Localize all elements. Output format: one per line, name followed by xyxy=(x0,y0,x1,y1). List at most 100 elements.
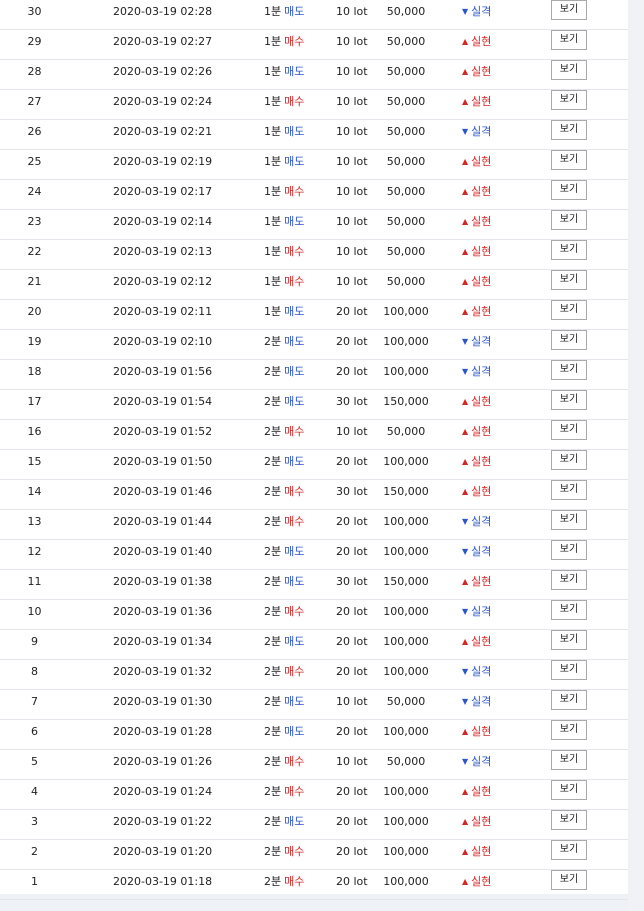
result-label: 실현 xyxy=(471,185,492,198)
view-button[interactable]: 보기 xyxy=(551,540,587,560)
trade-time: 2020-03-19 02:13 xyxy=(113,245,213,258)
trade-side: 매수 xyxy=(284,185,305,198)
trade-side: 매도 xyxy=(284,155,305,168)
view-button[interactable]: 보기 xyxy=(551,570,587,590)
trade-time: 2020-03-19 02:27 xyxy=(113,35,213,48)
lot-size: 30 lot xyxy=(336,395,368,408)
lot-size: 20 lot xyxy=(336,635,368,648)
view-button[interactable]: 보기 xyxy=(551,120,587,140)
view-button[interactable]: 보기 xyxy=(551,780,587,800)
trade-amount: 50,000 xyxy=(386,35,426,48)
view-button[interactable]: 보기 xyxy=(551,450,587,470)
trade-duration: 1분 매수 xyxy=(264,90,304,119)
duration-value: 2분 xyxy=(264,755,282,768)
trade-side: 매수 xyxy=(284,515,305,528)
view-button[interactable]: 보기 xyxy=(551,300,587,320)
trade-result: ▲ 실현 xyxy=(462,210,491,239)
view-button[interactable]: 보기 xyxy=(551,810,587,830)
trade-result: ▲ 실현 xyxy=(462,450,491,479)
lot-size: 20 lot xyxy=(336,335,368,348)
lot-size: 20 lot xyxy=(336,845,368,858)
trade-side: 매수 xyxy=(284,485,305,498)
view-button[interactable]: 보기 xyxy=(551,180,587,200)
table-row: 14 2020-03-19 01:46 2분 매수 30 lot 150,000 ▲ 실현 보기 xyxy=(0,480,628,510)
trade-result: ▼ 실격 xyxy=(462,120,491,149)
trade-result: ▲ 실현 xyxy=(462,150,491,179)
table-row: 9 2020-03-19 01:34 2분 매도 20 lot 100,000 ▲ 실현 보기 xyxy=(0,630,628,660)
trade-result: ▼ 실격 xyxy=(462,540,491,569)
view-button[interactable]: 보기 xyxy=(551,150,587,170)
table-row: 2 2020-03-19 01:20 2분 매수 20 lot 100,000 ▲ 실현 보기 xyxy=(0,840,628,870)
triangle-up-icon: ▲ xyxy=(462,817,469,826)
view-button[interactable]: 보기 xyxy=(551,630,587,650)
view-button[interactable]: 보기 xyxy=(551,330,587,350)
duration-value: 2분 xyxy=(264,695,282,708)
trade-side: 매도 xyxy=(284,5,305,18)
trade-side: 매도 xyxy=(284,815,305,828)
triangle-up-icon: ▲ xyxy=(462,727,469,736)
result-label: 실현 xyxy=(471,95,492,108)
lot-size: 20 lot xyxy=(336,815,368,828)
row-number: 29 xyxy=(27,35,42,48)
view-button[interactable]: 보기 xyxy=(551,270,587,290)
view-button[interactable]: 보기 xyxy=(551,510,587,530)
lot-size: 10 lot xyxy=(336,695,368,708)
result-label: 실격 xyxy=(471,515,492,528)
view-button[interactable]: 보기 xyxy=(551,600,587,620)
duration-value: 2분 xyxy=(264,455,282,468)
lot-size: 10 lot xyxy=(336,125,368,138)
view-button[interactable]: 보기 xyxy=(551,480,587,500)
trade-result: ▲ 실현 xyxy=(462,720,491,749)
view-button[interactable]: 보기 xyxy=(551,60,587,80)
lot-size: 10 lot xyxy=(336,245,368,258)
lot-size: 10 lot xyxy=(336,275,368,288)
trade-result: ▲ 실현 xyxy=(462,840,491,869)
duration-value: 1분 xyxy=(264,155,282,168)
trade-duration: 2분 매도 xyxy=(264,810,304,839)
view-button[interactable]: 보기 xyxy=(551,90,587,110)
trade-time: 2020-03-19 02:26 xyxy=(113,65,213,78)
lot-size: 10 lot xyxy=(336,65,368,78)
triangle-up-icon: ▲ xyxy=(462,37,469,46)
view-button[interactable]: 보기 xyxy=(551,240,587,260)
view-button[interactable]: 보기 xyxy=(551,870,587,890)
triangle-up-icon: ▲ xyxy=(462,157,469,166)
duration-value: 2분 xyxy=(264,395,282,408)
result-label: 실현 xyxy=(471,65,492,78)
triangle-down-icon: ▼ xyxy=(462,607,469,616)
view-button-cell: 보기 xyxy=(551,510,587,530)
trade-amount: 50,000 xyxy=(386,125,426,138)
result-label: 실격 xyxy=(471,695,492,708)
trade-time: 2020-03-19 02:24 xyxy=(113,95,213,108)
duration-value: 1분 xyxy=(264,275,282,288)
view-button[interactable]: 보기 xyxy=(551,840,587,860)
view-button-cell: 보기 xyxy=(551,240,587,260)
table-row: 22 2020-03-19 02:13 1분 매수 10 lot 50,000 ▲ 실현 보기 xyxy=(0,240,628,270)
trade-side: 매도 xyxy=(284,335,305,348)
view-button[interactable]: 보기 xyxy=(551,750,587,770)
lot-size: 30 lot xyxy=(336,485,368,498)
duration-value: 2분 xyxy=(264,635,282,648)
view-button[interactable]: 보기 xyxy=(551,210,587,230)
trade-amount: 50,000 xyxy=(386,425,426,438)
view-button[interactable]: 보기 xyxy=(551,390,587,410)
triangle-up-icon: ▲ xyxy=(462,67,469,76)
result-label: 실현 xyxy=(471,305,492,318)
trade-duration: 1분 매도 xyxy=(264,210,304,239)
trade-amount: 150,000 xyxy=(383,575,429,588)
trade-time: 2020-03-19 01:36 xyxy=(113,605,213,618)
view-button[interactable]: 보기 xyxy=(551,660,587,680)
trade-amount: 100,000 xyxy=(383,455,429,468)
trade-duration: 2분 매도 xyxy=(264,390,304,419)
view-button[interactable]: 보기 xyxy=(551,720,587,740)
view-button[interactable]: 보기 xyxy=(551,360,587,380)
view-button[interactable]: 보기 xyxy=(551,690,587,710)
triangle-up-icon: ▲ xyxy=(462,877,469,886)
view-button[interactable]: 보기 xyxy=(551,420,587,440)
trade-side: 매수 xyxy=(284,95,305,108)
result-label: 실격 xyxy=(471,5,492,18)
view-button[interactable]: 보기 xyxy=(551,0,587,20)
scrollbar-track[interactable] xyxy=(628,0,644,911)
view-button[interactable]: 보기 xyxy=(551,30,587,50)
trade-result: ▼ 실격 xyxy=(462,660,491,689)
